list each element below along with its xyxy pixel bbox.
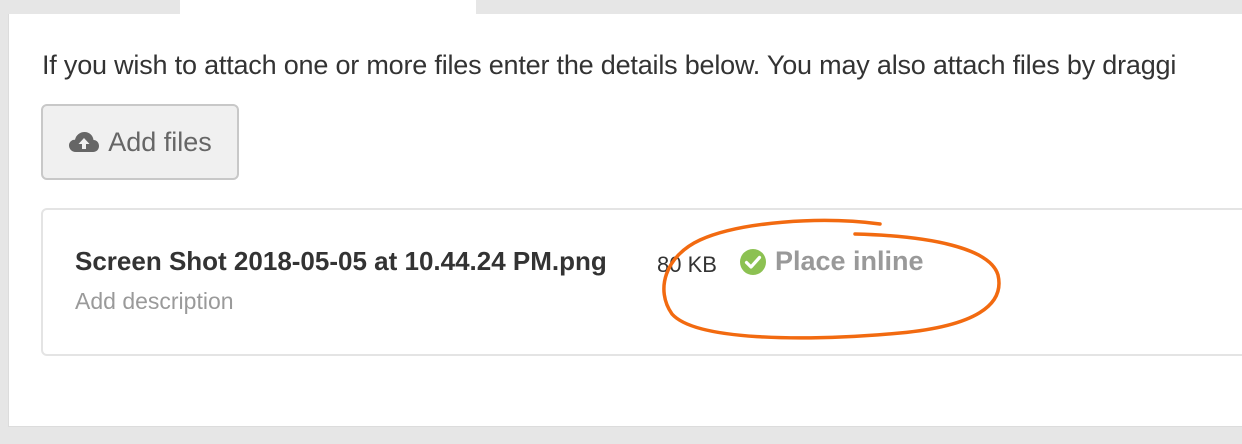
attachments-intro-text: If you wish to attach one or more files … — [42, 50, 1177, 80]
add-description-link[interactable]: Add description — [75, 288, 234, 315]
place-inline-label: Place inline — [775, 246, 924, 276]
add-files-button[interactable]: Add files — [41, 104, 239, 180]
place-inline-button[interactable]: Place inline — [739, 246, 924, 277]
file-size: 80 KB — [657, 252, 717, 277]
cloud-upload-icon — [68, 131, 100, 153]
attached-file-card: Screen Shot 2018-05-05 at 10.44.24 PM.pn… — [41, 208, 1242, 356]
add-files-label: Add files — [108, 126, 212, 157]
check-circle-icon — [739, 248, 767, 276]
file-name: Screen Shot 2018-05-05 at 10.44.24 PM.pn… — [75, 246, 607, 276]
attachments-panel: If you wish to attach one or more files … — [8, 14, 1242, 427]
